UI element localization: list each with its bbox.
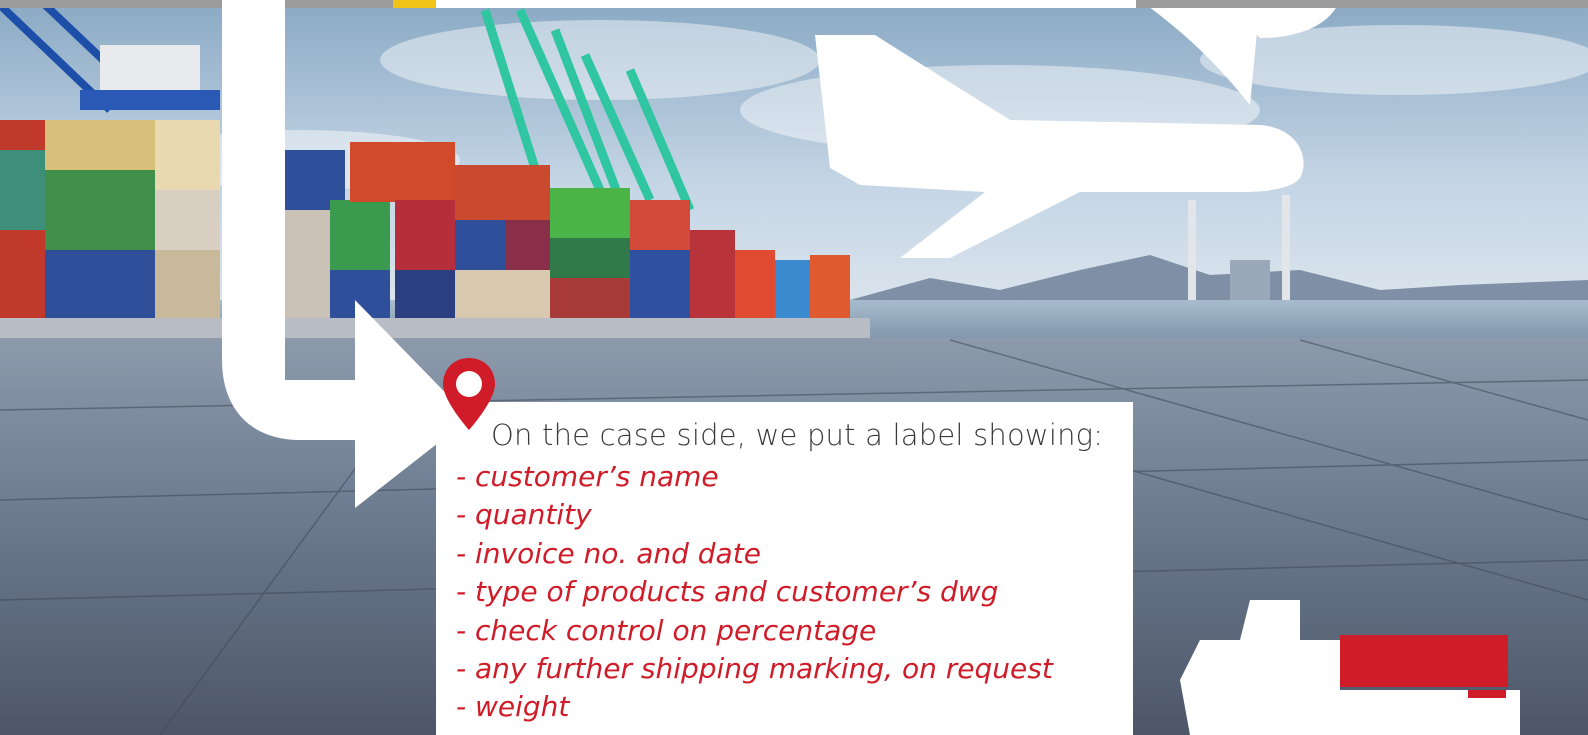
list-item: - customer’s name xyxy=(456,460,719,493)
list-item: - invoice no. and date xyxy=(456,536,761,570)
list-item: - quantity xyxy=(456,498,592,532)
chimney xyxy=(1188,200,1196,300)
list-item: - any further shipping marking, on reque… xyxy=(456,652,1053,686)
list-item: - check control on percentage xyxy=(456,613,877,647)
label-info-card: On the case side, we put a label showing… xyxy=(436,402,1133,735)
location-pin-icon xyxy=(443,358,495,430)
red-container-block xyxy=(1340,635,1508,687)
crane-cabin xyxy=(100,45,200,90)
card-heading: On the case side, we put a label showing… xyxy=(491,418,1104,452)
list-item: - type of products and customer’s dwg xyxy=(456,575,999,609)
list-item: - weight xyxy=(456,690,570,724)
quay xyxy=(0,318,870,338)
label-list: - customer’s name - quantity - invoice n… xyxy=(456,458,1053,727)
chimney xyxy=(1282,195,1290,300)
